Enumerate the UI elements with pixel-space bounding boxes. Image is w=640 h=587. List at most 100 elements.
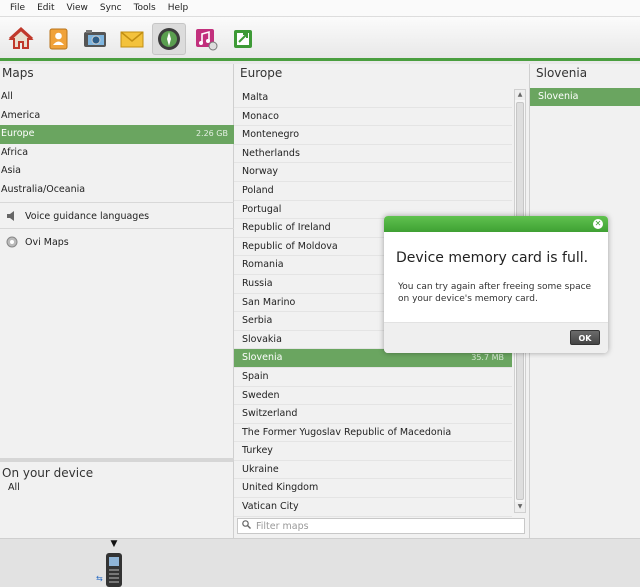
ok-button[interactable]: OK [570,330,600,345]
device-panel: On your device All [0,458,234,538]
country-row[interactable]: Ukraine [234,461,512,480]
map-region-item[interactable]: Asia [0,162,234,181]
contacts-icon [49,28,68,50]
country-label: Norway [242,166,279,178]
country-row[interactable]: Netherlands [234,145,512,164]
country-row[interactable]: Malta [234,89,512,108]
country-row[interactable]: Poland [234,182,512,201]
close-icon[interactable]: ✕ [593,219,603,229]
map-region-item[interactable]: Australia/Oceania [0,181,234,200]
country-label: Romania [242,259,284,271]
device-arrow-icon: ▼ [110,539,118,549]
country-label: Netherlands [242,147,300,159]
country-label: Vatican City [242,501,299,513]
toolbar [0,17,640,61]
ovi-maps-item[interactable]: Ovi Maps [6,236,69,248]
home-button[interactable] [4,23,38,55]
dialog-header: ✕ [384,216,608,232]
country-label: San Marino [242,296,296,308]
menu-file[interactable]: File [4,3,31,13]
dialog-title: Device memory card is full. [396,250,589,266]
voice-guidance-label: Voice guidance languages [25,210,150,222]
map-region-label: America [1,109,41,121]
country-row[interactable]: United Kingdom [234,479,512,499]
sync-icon [234,30,252,48]
ovi-icon [6,236,18,248]
maps-icon [158,28,180,50]
voice-guidance-item[interactable]: Voice guidance languages [6,210,149,222]
status-bar: ▼ ⇆ [0,538,640,587]
divider [0,228,234,229]
country-row[interactable]: Turkey [234,442,512,461]
home-icon [8,26,34,49]
country-label: The Former Yugoslav Republic of Macedoni… [242,426,452,438]
scroll-down-icon[interactable]: ▼ [515,502,525,512]
speaker-icon [6,210,18,222]
country-row[interactable]: Vatican City [234,498,512,517]
country-label: Serbia [242,315,273,327]
phone-icon[interactable] [106,553,122,587]
music-icon [196,29,218,51]
detail-item-slovenia[interactable]: Slovenia [530,88,640,106]
country-label: Spain [242,370,269,382]
menu-sync[interactable]: Sync [94,3,128,13]
maps-panel: Maps All America Europe 2.26 GB Africa Asia Au… [0,64,234,458]
ovi-maps-label: Ovi Maps [25,236,69,248]
messages-button[interactable] [115,23,149,55]
menu-view[interactable]: View [61,3,94,13]
country-label: Slovenia [242,352,283,364]
detail-panel-title: Slovenia [536,66,588,80]
country-label: Malta [242,92,269,103]
scroll-up-icon[interactable]: ▲ [515,90,525,100]
menu-help[interactable]: Help [162,3,195,13]
country-label: Switzerland [242,408,298,420]
country-label: Portugal [242,203,282,215]
music-button[interactable] [189,23,223,55]
country-row[interactable]: Spain [234,368,512,387]
map-region-item[interactable]: Africa [0,144,234,163]
map-region-label: Asia [1,165,21,176]
messages-icon [120,31,144,48]
country-label: Sweden [242,389,280,401]
menu-bar: File Edit View Sync Tools Help [0,0,640,17]
menu-tools[interactable]: Tools [128,3,162,13]
filter-input[interactable]: Filter maps [237,518,525,534]
menu-edit[interactable]: Edit [31,3,60,13]
country-label: Turkey [242,445,273,457]
country-label: Slovakia [242,333,282,345]
country-label: Republic of Ireland [242,222,331,234]
sync-button[interactable] [226,23,260,55]
map-region-item[interactable]: Europe 2.26 GB [0,125,234,144]
maps-button[interactable] [152,23,186,55]
photos-button[interactable] [78,23,112,55]
country-label: Monaco [242,110,279,122]
dialog-message: You can try again after freeing some spa… [398,282,592,304]
country-row[interactable]: Switzerland [234,405,512,424]
contacts-button[interactable] [41,23,75,55]
maps-list: All America Europe 2.26 GB Africa Asia Austral… [0,88,234,199]
country-row[interactable]: Norway [234,163,512,182]
filter-placeholder: Filter maps [256,520,309,532]
country-row[interactable]: Sweden [234,387,512,406]
device-item-all[interactable]: All [0,482,233,493]
maps-panel-title: Maps [2,66,34,80]
country-label: Republic of Moldova [242,240,338,252]
country-label: United Kingdom [242,482,319,494]
map-region-label: All [1,91,13,102]
map-region-item[interactable]: All [0,88,234,107]
map-region-item[interactable]: America [0,107,234,126]
europe-panel-title: Europe [240,66,283,80]
map-region-label: Europe [1,128,35,139]
country-label: Poland [242,184,274,196]
memory-full-dialog: ✕ Device memory card is full. You can tr… [384,216,608,353]
country-label: Montenegro [242,129,300,141]
country-row[interactable]: The Former Yugoslav Republic of Macedoni… [234,424,512,443]
country-row[interactable]: Monaco [234,108,512,127]
photos-icon [84,30,106,47]
country-label: Ukraine [242,463,279,475]
usb-icon: ⇆ [96,574,103,583]
divider [0,202,234,203]
country-row[interactable]: Montenegro [234,126,512,145]
search-icon [242,520,251,532]
country-label: Russia [242,277,273,289]
